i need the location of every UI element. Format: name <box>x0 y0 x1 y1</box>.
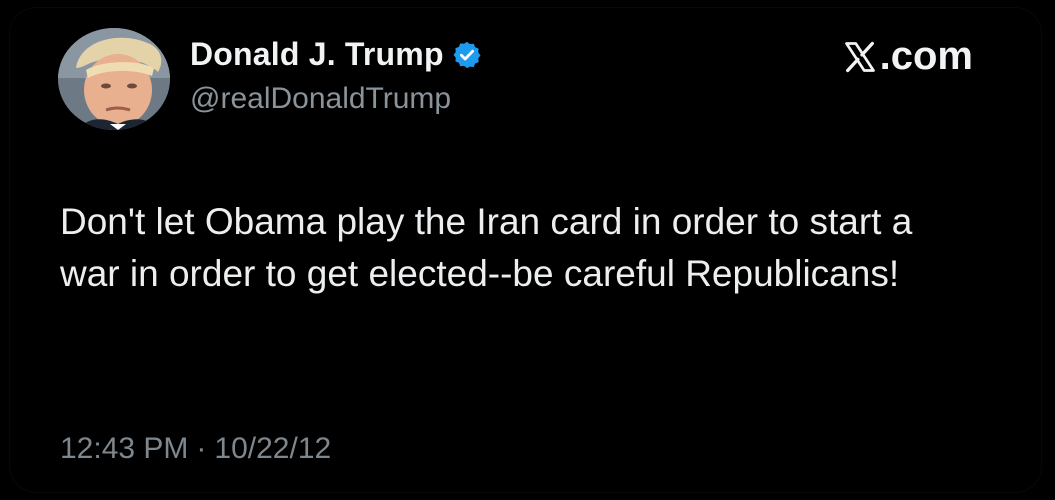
post-time[interactable]: 12:43 PM <box>60 432 188 466</box>
x-logo-icon <box>844 41 875 72</box>
author-name-row: Donald J. Trump <box>190 36 482 73</box>
post-metadata: 12:43 PM · 10/22/12 <box>60 432 331 466</box>
post-date[interactable]: 10/22/12 <box>214 432 331 466</box>
meta-separator: · <box>196 432 207 465</box>
avatar-image <box>58 28 170 130</box>
author-name[interactable]: Donald J. Trump <box>190 36 444 73</box>
avatar[interactable] <box>58 28 170 130</box>
post-card: Donald J. Trump @realDonaldTrump .com Do… <box>0 0 1055 500</box>
brand-label: .com <box>879 34 973 78</box>
post-text: Don't let Obama play the Iran card in or… <box>60 201 913 294</box>
author-handle[interactable]: @realDonaldTrump <box>190 82 451 116</box>
verified-badge-icon <box>452 40 482 70</box>
brand-watermark: .com <box>842 34 973 79</box>
